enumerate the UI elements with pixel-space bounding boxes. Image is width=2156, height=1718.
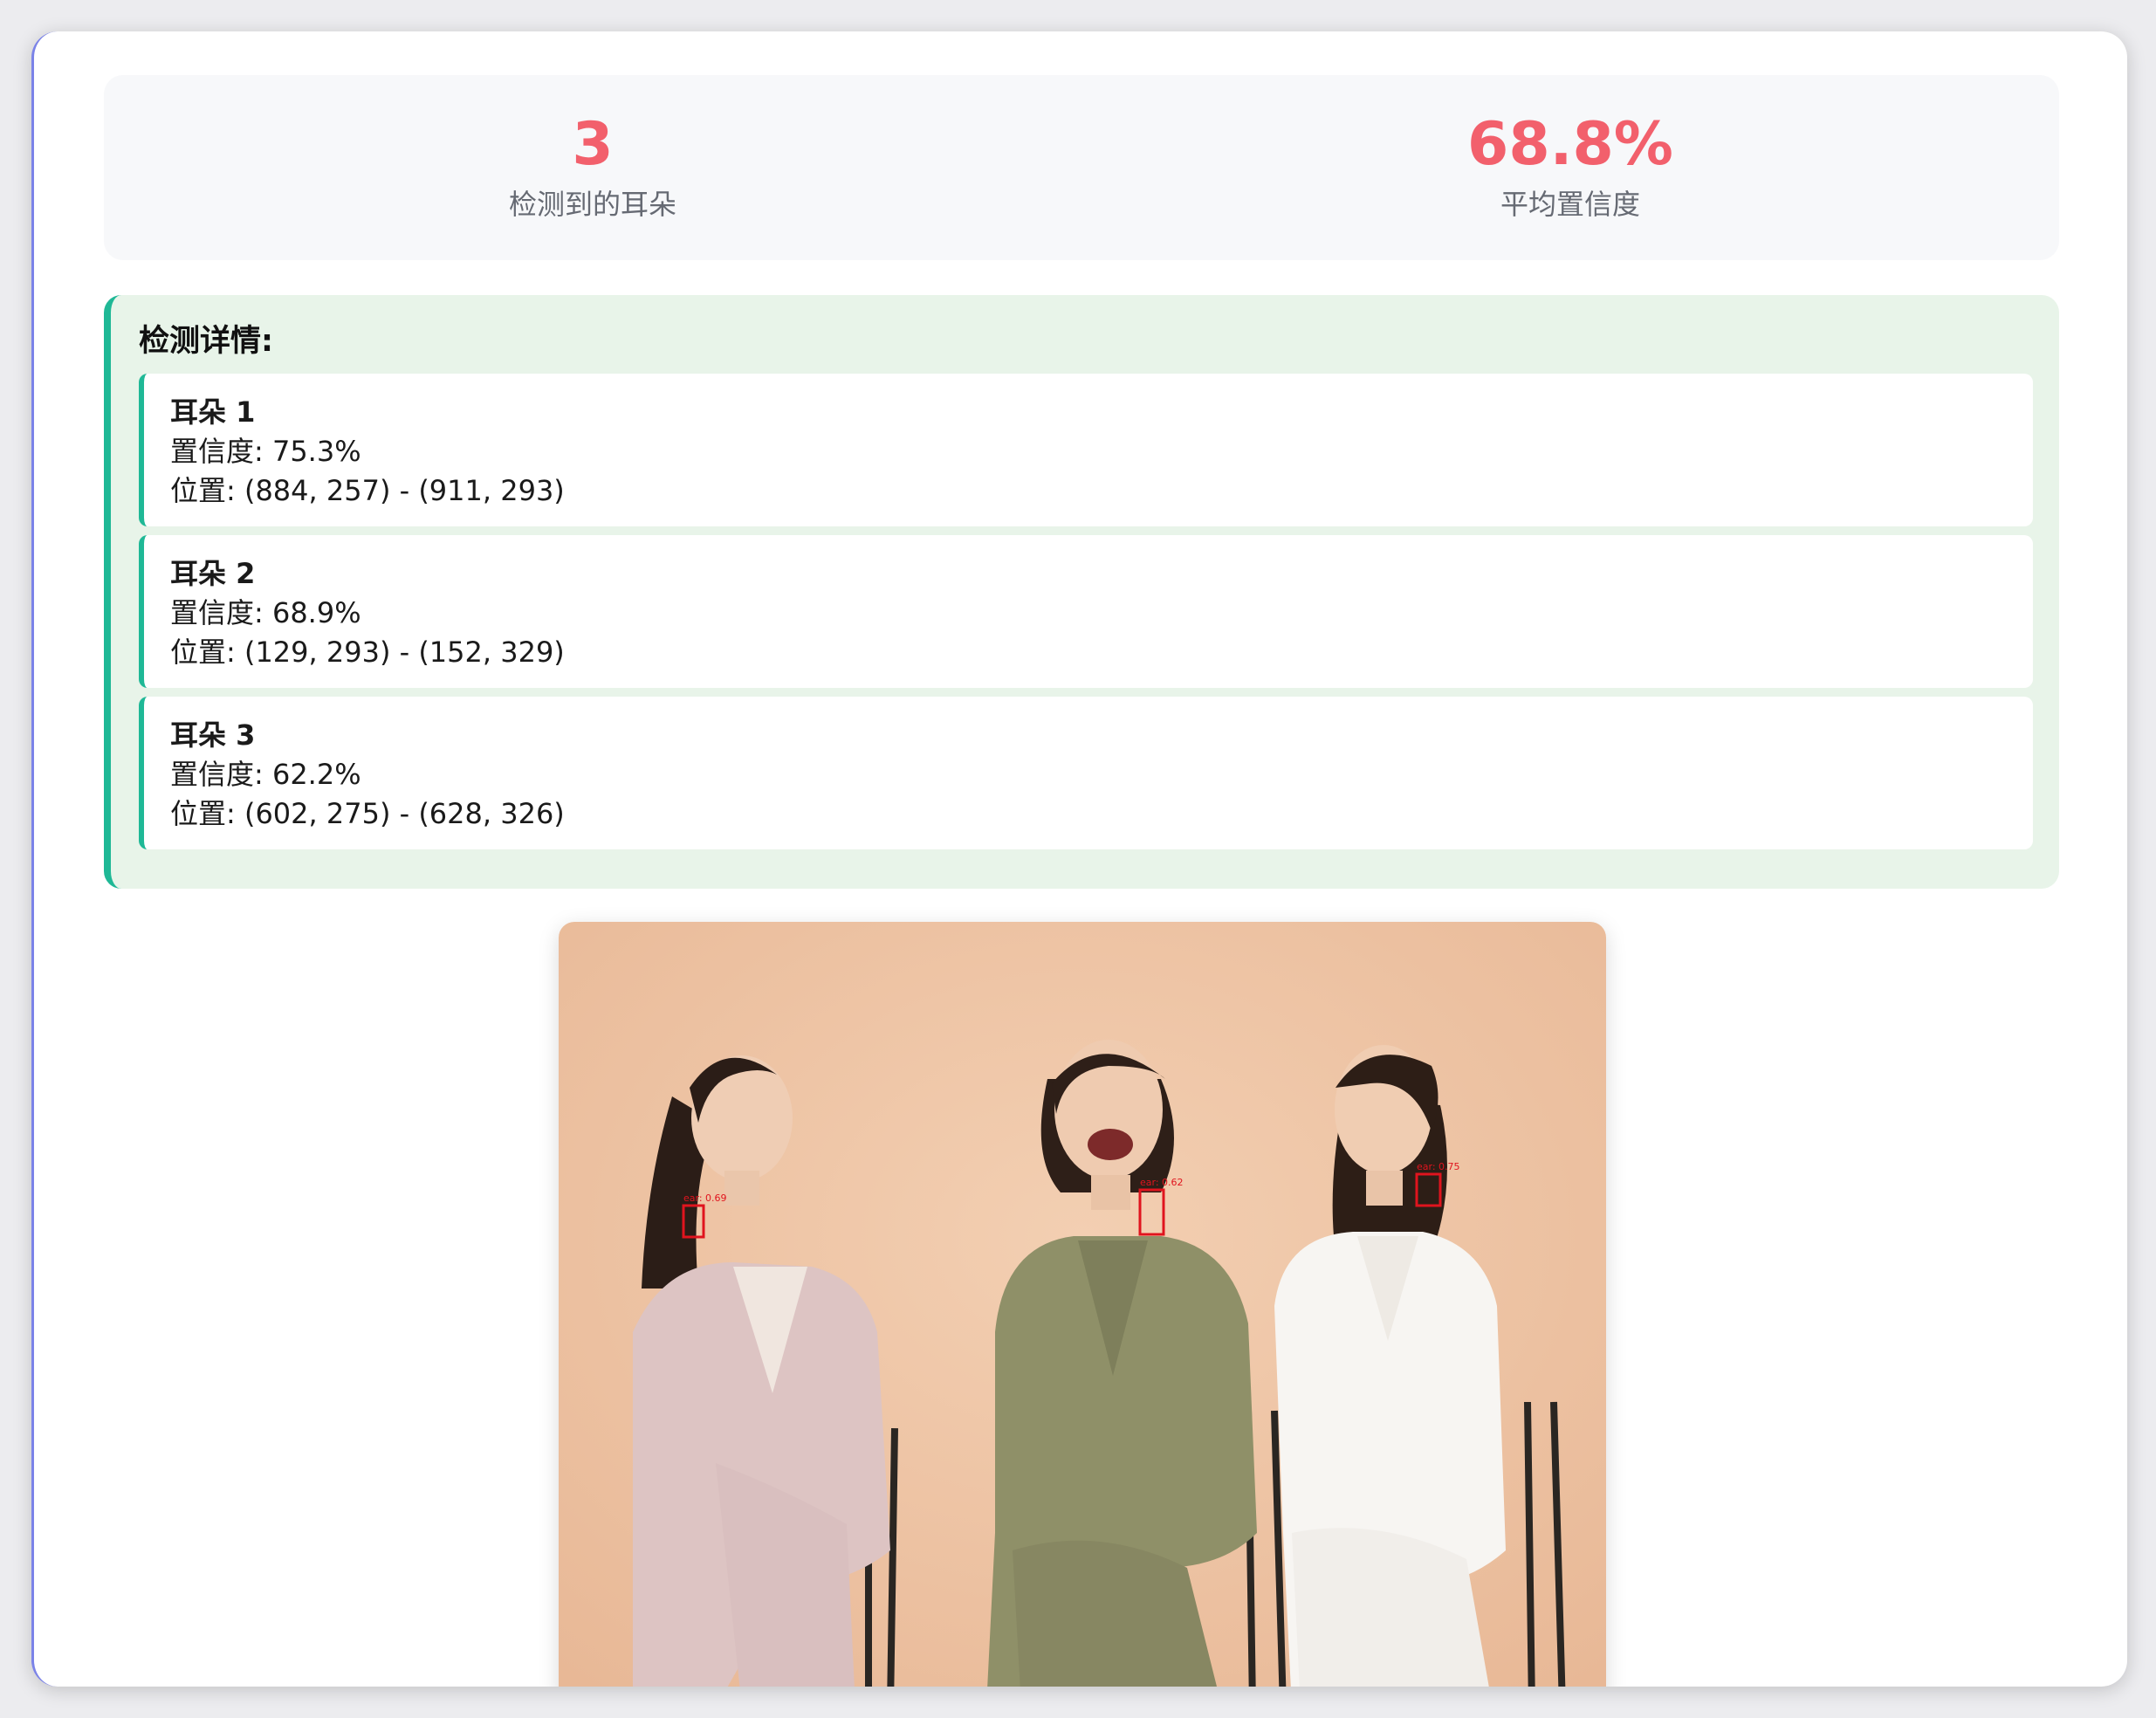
detection-details: 检测详情: 耳朵 1 置信度: 75.3% 位置: (884, 257) - (…: [104, 295, 2059, 889]
ear-card-title: 耳朵 2: [170, 557, 256, 590]
avg-confidence-label: 平均置信度: [1500, 188, 1640, 221]
ear-card-position: 位置: (884, 257) - (911, 293): [170, 474, 565, 507]
ear-card-title: 耳朵 1: [170, 395, 256, 429]
stat-avg-confidence: 68.8% 平均置信度: [1081, 75, 2059, 260]
main-content: 3 检测到的耳朵 68.8% 平均置信度 检测详情: 耳朵 1 置信度: 75.…: [104, 75, 2059, 889]
ear-card-confidence: 置信度: 75.3%: [170, 435, 361, 468]
ear-card-confidence: 置信度: 68.9%: [170, 596, 361, 629]
ear-card-2: 耳朵 2 置信度: 68.9% 位置: (129, 293) - (152, 3…: [139, 535, 2033, 688]
ear-box-label: ear: 0.69: [683, 1192, 727, 1204]
details-title: 检测详情:: [139, 324, 273, 359]
stats-panel: 3 检测到的耳朵 68.8% 平均置信度: [104, 75, 2059, 260]
ear-count-label: 检测到的耳朵: [508, 188, 676, 221]
stat-ear-count: 3 检测到的耳朵: [104, 75, 1081, 260]
ear-card-3: 耳朵 3 置信度: 62.2% 位置: (602, 275) - (628, 3…: [139, 697, 2033, 849]
ear-card-title: 耳朵 3: [170, 718, 256, 752]
ear-box-label: ear: 0.62: [1140, 1177, 1184, 1188]
app-window: 3 检测到的耳朵 68.8% 平均置信度 检测详情: 耳朵 1 置信度: 75.…: [31, 31, 2127, 1687]
annotated-photo: ear: 0.69 ear: 0.62 ear: 0.75: [559, 922, 1606, 1687]
ear-card-position: 位置: (602, 275) - (628, 326): [170, 797, 565, 830]
ear-count-value: 3: [572, 110, 614, 179]
ear-card-1: 耳朵 1 置信度: 75.3% 位置: (884, 257) - (911, 2…: [139, 374, 2033, 526]
ear-box-label: ear: 0.75: [1417, 1161, 1460, 1172]
ear-card-confidence: 置信度: 62.2%: [170, 758, 361, 791]
avg-confidence-value: 68.8%: [1467, 110, 1673, 179]
detection-result-image: ear: 0.69 ear: 0.62 ear: 0.75: [559, 922, 1606, 1687]
ear-card-position: 位置: (129, 293) - (152, 329): [170, 636, 565, 669]
